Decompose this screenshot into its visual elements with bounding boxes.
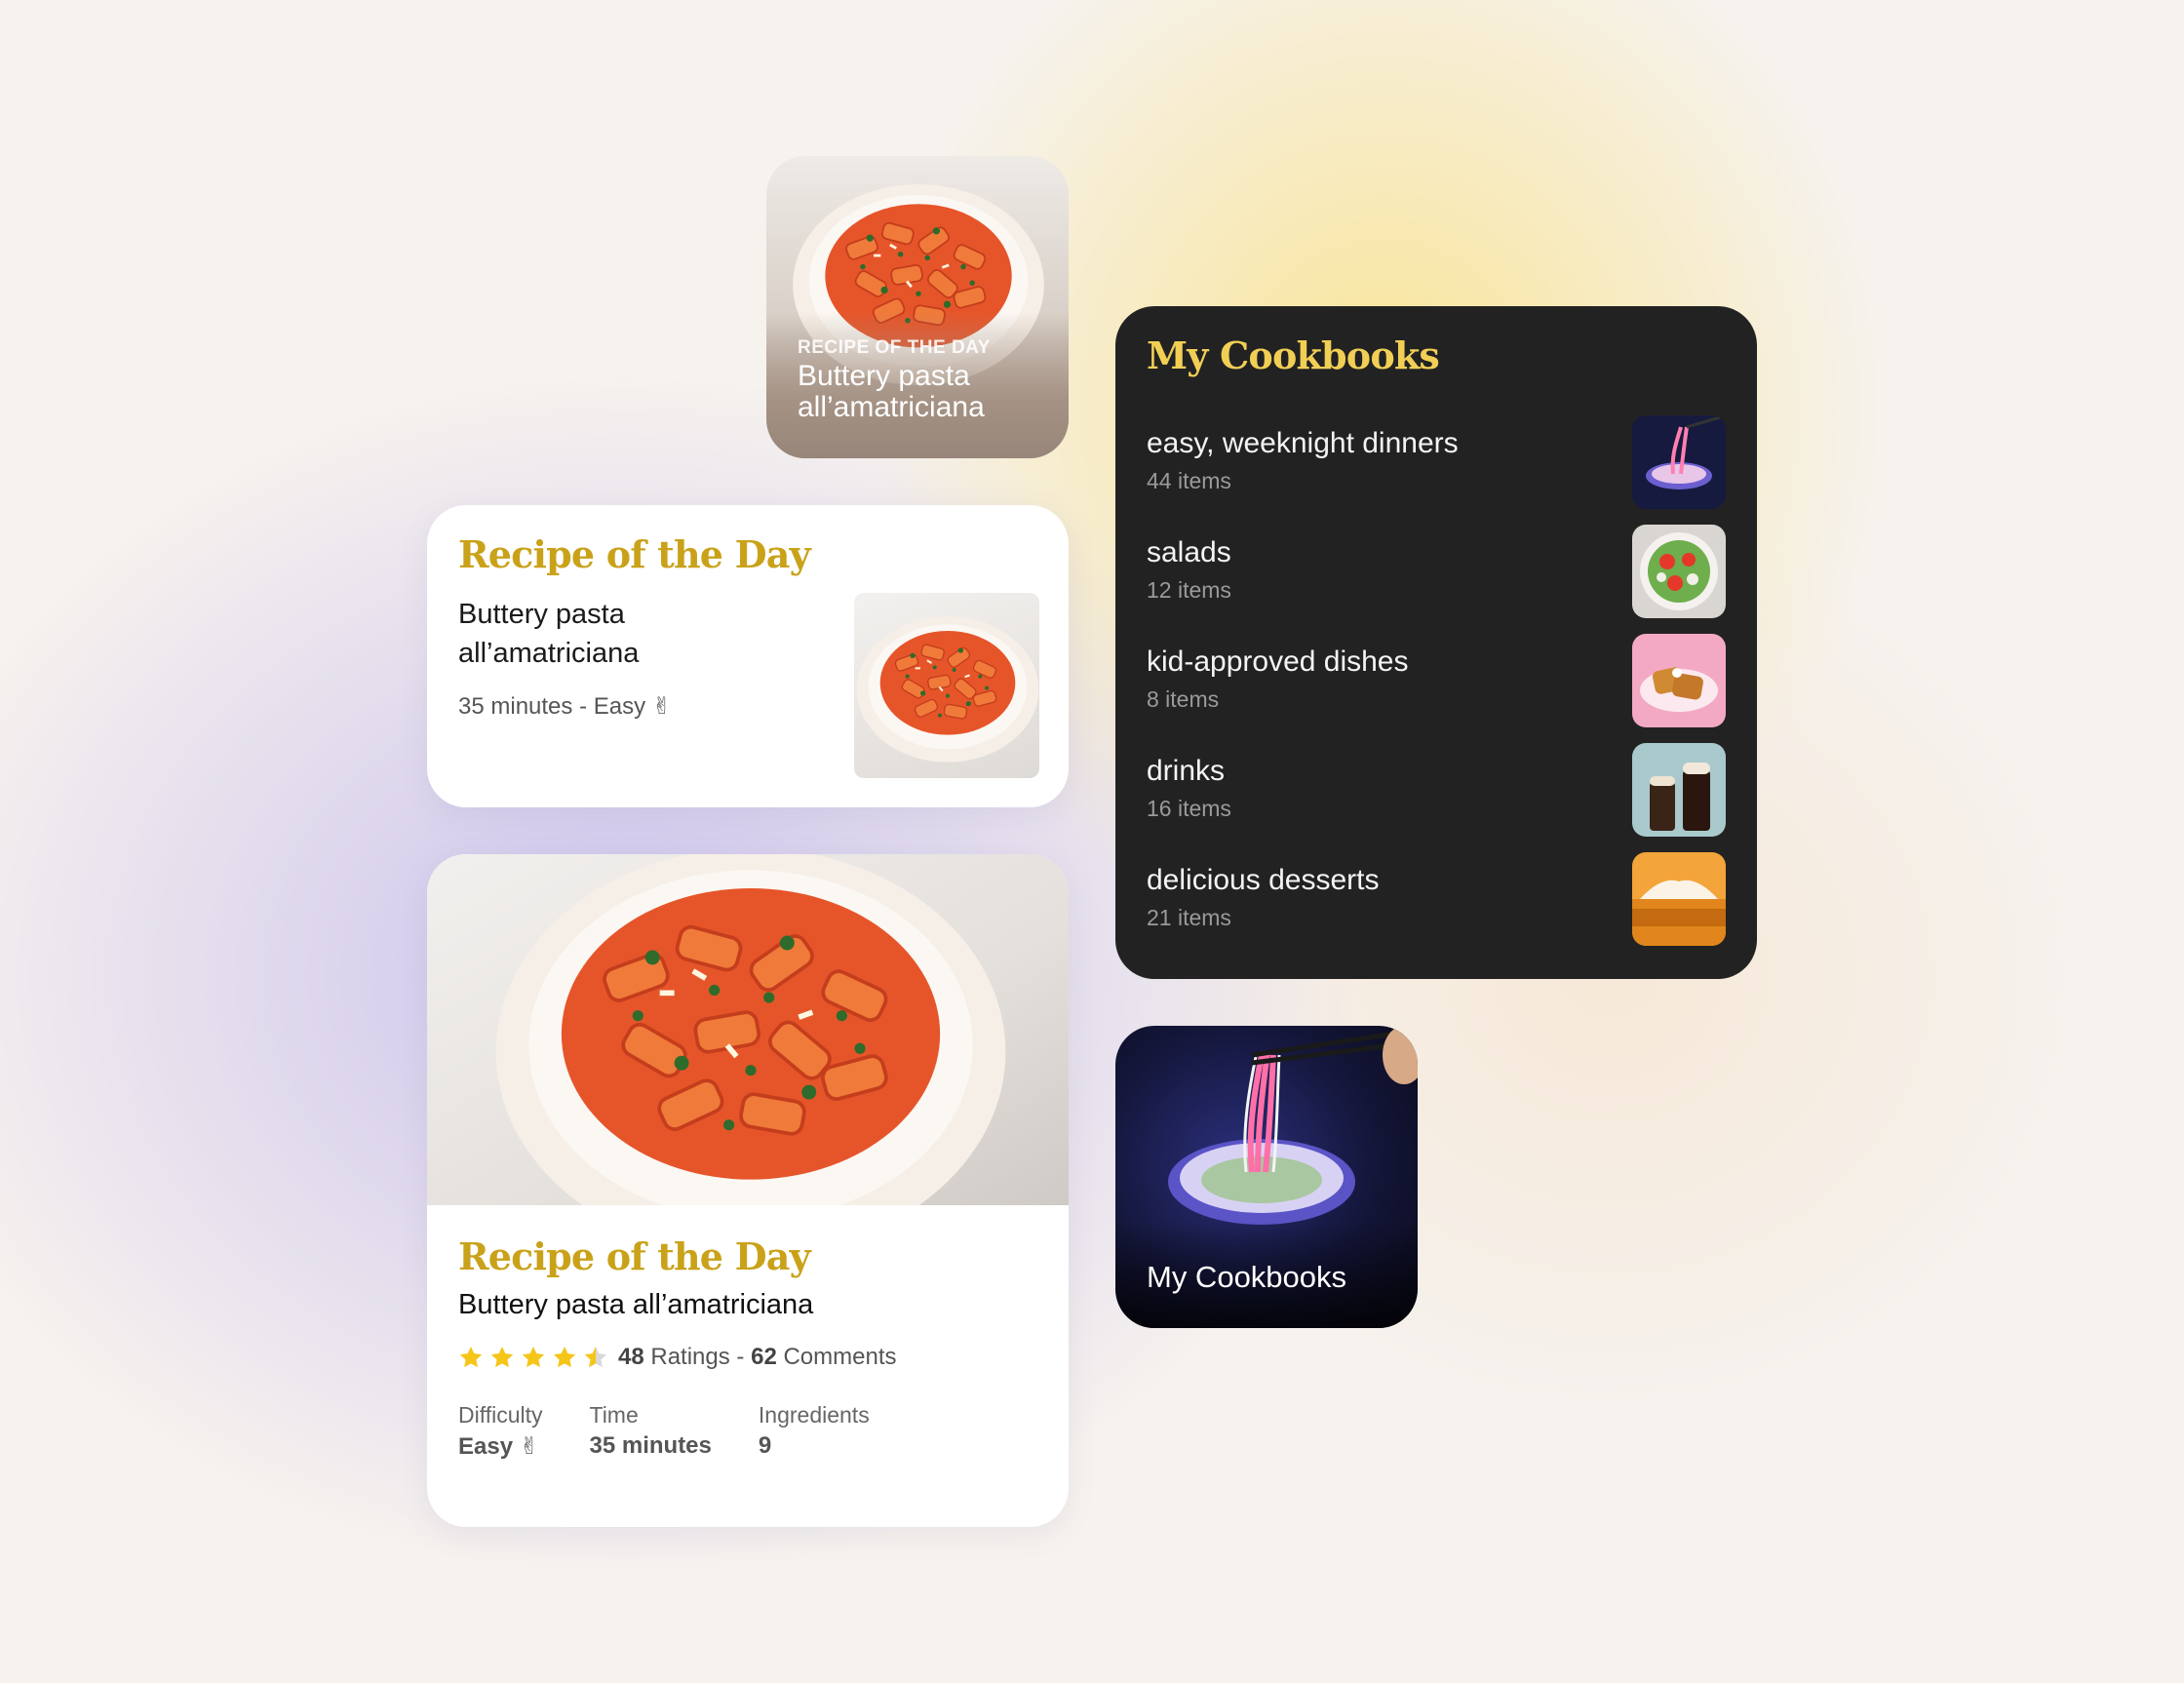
star-icon	[489, 1345, 515, 1370]
stat-difficulty: Difficulty Easy ✌	[458, 1402, 543, 1461]
cookbook-item[interactable]: drinks 16 items	[1147, 741, 1726, 850]
recipe-meta: 35 minutes - Easy ✌	[458, 693, 672, 720]
stat-ingredients: Ingredients 9	[759, 1402, 870, 1461]
stat-value: 35 minutes	[589, 1432, 712, 1459]
cookbook-name: drinks	[1147, 755, 1226, 787]
star-half-icon	[583, 1345, 608, 1370]
cookbook-name: easy, weeknight dinners	[1147, 427, 1459, 459]
recipe-widget-medium[interactable]: Recipe of the Day Buttery pasta all’amat…	[427, 505, 1069, 807]
cookbook-count: 16 items	[1147, 796, 1231, 821]
cookbook-item[interactable]: kid-approved dishes 8 items	[1147, 632, 1726, 741]
stat-value: Easy ✌	[458, 1433, 539, 1460]
cookbook-count: 21 items	[1147, 905, 1231, 930]
recipe-title: Buttery pasta all’amatriciana	[458, 1289, 814, 1320]
rating-row: 48 Ratings - 62 Comments	[458, 1344, 897, 1371]
cookbooks-widget-small[interactable]: My Cookbooks	[1115, 1026, 1418, 1328]
stat-label: Ingredients	[758, 1402, 870, 1428]
recipe-title-line1: Buttery pasta	[798, 360, 970, 392]
cookbook-count: 44 items	[1147, 468, 1231, 493]
recipe-kicker: RECIPE OF THE DAY	[798, 337, 991, 358]
cookbook-list: easy, weeknight dinners 44 items salads …	[1147, 413, 1726, 959]
pasta-image	[856, 615, 1039, 763]
cookbook-item[interactable]: salads 12 items	[1147, 523, 1726, 632]
recipe-stats: Difficulty Easy ✌ Time 35 minutes Ingred…	[458, 1402, 916, 1461]
cookbook-count: 12 items	[1147, 577, 1231, 603]
cookbook-item[interactable]: easy, weeknight dinners 44 items	[1147, 413, 1726, 523]
stat-label: Time	[589, 1402, 639, 1428]
drinks-thumbnail	[1632, 743, 1726, 837]
salad-thumbnail	[1632, 525, 1726, 618]
section-title: Recipe of the Day	[458, 1234, 811, 1278]
stat-value: 9	[758, 1432, 772, 1459]
cookbook-name: delicious desserts	[1147, 864, 1380, 896]
cookbook-name: salads	[1147, 536, 1231, 568]
stat-time: Time 35 minutes	[590, 1402, 712, 1461]
cookbooks-title: My Cookbooks	[1147, 333, 1440, 377]
recipe-title-line2: all’amatriciana	[458, 638, 640, 669]
recipe-widget-small[interactable]: RECIPE OF THE DAY Buttery pasta all’amat…	[766, 156, 1069, 458]
pasta-hero-image	[427, 854, 1069, 1205]
pasta-thumbnail	[854, 593, 1039, 778]
recipe-title: Buttery pasta all’amatriciana	[798, 361, 1051, 423]
comments-label: Comments	[783, 1344, 897, 1370]
pasta-image	[493, 854, 1008, 1205]
ratings-label: Ratings -	[650, 1344, 745, 1370]
cookbook-item[interactable]: delicious desserts 21 items	[1147, 850, 1726, 959]
cookbook-name: kid-approved dishes	[1147, 646, 1409, 678]
french-toast-thumbnail	[1632, 634, 1726, 727]
cookbook-count: 8 items	[1147, 686, 1220, 712]
rating-summary: 48 Ratings - 62 Comments	[618, 1344, 897, 1371]
star-rating	[458, 1345, 608, 1370]
dessert-thumbnail	[1632, 852, 1726, 946]
cookbooks-widget-large[interactable]: My Cookbooks easy, weeknight dinners 44 …	[1115, 306, 1757, 979]
star-icon	[552, 1345, 577, 1370]
recipe-title: Buttery pasta all’amatriciana	[458, 595, 780, 673]
star-icon	[521, 1345, 546, 1370]
comments-count: 62	[751, 1344, 777, 1370]
noodles-thumbnail	[1632, 415, 1726, 509]
star-icon	[458, 1345, 484, 1370]
stat-label: Difficulty	[458, 1402, 543, 1428]
cookbooks-title: My Cookbooks	[1147, 1260, 1347, 1294]
recipe-widget-large[interactable]: Recipe of the Day Buttery pasta all’amat…	[427, 854, 1069, 1527]
recipe-title-line2: all’amatriciana	[798, 391, 985, 423]
section-title: Recipe of the Day	[458, 532, 811, 576]
ratings-count: 48	[618, 1344, 644, 1370]
recipe-title-line1: Buttery pasta	[458, 599, 625, 630]
